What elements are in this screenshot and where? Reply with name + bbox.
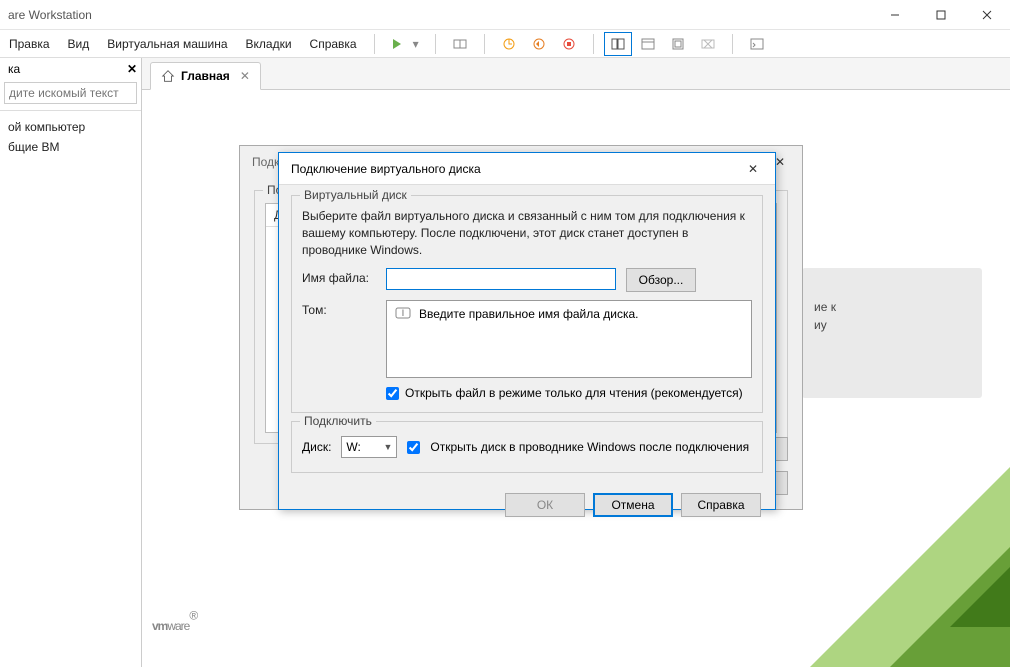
menu-edit[interactable]: Правка: [0, 33, 59, 55]
vmware-logo: vmware®: [152, 605, 197, 637]
menu-vm[interactable]: Виртуальная машина: [98, 33, 236, 55]
tabbar: Главная ✕: [142, 58, 1010, 90]
readonly-label: Открыть файл в режиме только для чтения …: [405, 386, 743, 400]
sidebar-close-icon[interactable]: ✕: [127, 62, 137, 76]
card-text2: иу: [814, 316, 970, 334]
inner-dialog-close-icon[interactable]: ✕: [739, 157, 767, 181]
info-icon: i: [395, 307, 411, 321]
card-text1: ие к: [814, 298, 970, 316]
thumbnail-icon[interactable]: [604, 32, 632, 56]
svg-text:i: i: [402, 307, 405, 319]
volume-hint-text: Введите правильное имя файла диска.: [419, 307, 639, 321]
titlebar: are Workstation: [0, 0, 1010, 30]
menu-view[interactable]: Вид: [59, 33, 99, 55]
browse-button[interactable]: Обзор...: [626, 268, 696, 292]
sidebar-title: ка: [8, 62, 20, 76]
minimize-button[interactable]: [872, 0, 918, 30]
connect-virtual-disk-dialog: Подключение виртуального диска ✕ Виртуал…: [278, 152, 776, 510]
menu-help[interactable]: Справка: [301, 33, 366, 55]
dialog-description: Выберите файл виртуального диска и связа…: [302, 208, 752, 258]
snapshot-take-icon[interactable]: [495, 32, 523, 56]
volume-label: Том:: [302, 300, 376, 317]
tab-label: Главная: [181, 69, 230, 83]
maximize-button[interactable]: [918, 0, 964, 30]
inner-dialog-title: Подключение виртуального диска: [291, 162, 481, 176]
ok-button[interactable]: ОК: [505, 493, 585, 517]
disk-label: Диск:: [302, 440, 331, 454]
snapshot-revert-icon[interactable]: [525, 32, 553, 56]
volume-list[interactable]: i Введите правильное имя файла диска.: [386, 300, 752, 378]
filename-label: Имя файла:: [302, 268, 376, 285]
menu-tabs[interactable]: Вкладки: [237, 33, 301, 55]
play-dropdown-icon[interactable]: ▾: [413, 37, 425, 51]
tree-item-computer[interactable]: ой компьютер: [0, 117, 141, 137]
unity-icon[interactable]: [664, 32, 692, 56]
tab-home[interactable]: Главная ✕: [150, 62, 261, 90]
menubar: Правка Вид Виртуальная машина Вкладки Сп…: [0, 30, 1010, 58]
filename-input[interactable]: [386, 268, 616, 290]
stretch-icon[interactable]: [694, 32, 722, 56]
open-explorer-label: Открыть диск в проводнике Windows после …: [430, 440, 749, 454]
readonly-checkbox[interactable]: [386, 387, 399, 400]
tab-close-icon[interactable]: ✕: [240, 69, 250, 83]
devices-icon[interactable]: [446, 32, 474, 56]
tree-item-shared-vms[interactable]: бщие ВМ: [0, 137, 141, 157]
sidebar-search-input[interactable]: [4, 82, 137, 104]
console-icon[interactable]: [743, 32, 771, 56]
drive-letter-select[interactable]: W: ▼: [341, 436, 397, 458]
play-icon[interactable]: [383, 32, 411, 56]
drive-letter-value: W:: [346, 440, 360, 454]
open-explorer-checkbox[interactable]: [407, 441, 420, 454]
snapshot-manage-icon[interactable]: [555, 32, 583, 56]
window-title: are Workstation: [8, 8, 92, 22]
mount-group-label: Подключить: [300, 414, 376, 428]
cancel-button[interactable]: Отмена: [593, 493, 673, 517]
virtual-disk-group-label: Виртуальный диск: [300, 188, 411, 202]
fullscreen-view-icon[interactable]: [634, 32, 662, 56]
close-button[interactable]: [964, 0, 1010, 30]
sidebar: ка ✕ ой компьютер бщие ВМ: [0, 58, 142, 667]
chevron-down-icon: ▼: [384, 442, 393, 452]
home-icon: [161, 69, 175, 83]
help-button[interactable]: Справка: [681, 493, 761, 517]
